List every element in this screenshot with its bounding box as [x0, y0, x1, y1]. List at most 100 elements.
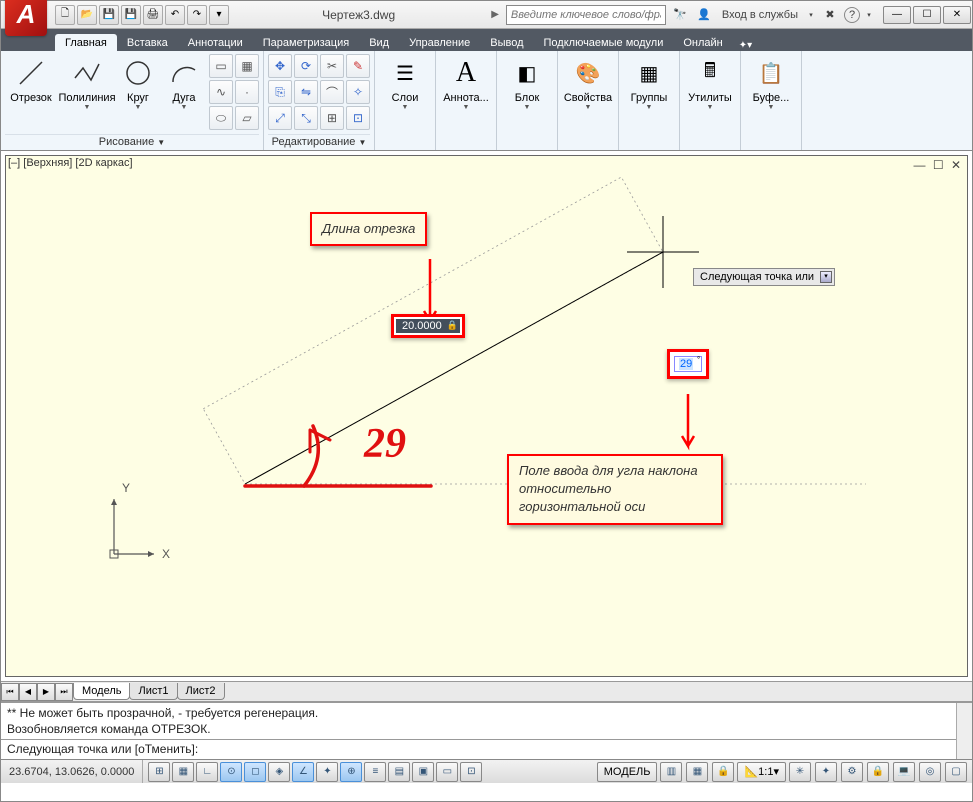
rotate-button[interactable]: ⟳ [294, 54, 318, 78]
status-otrack-button[interactable]: ∠ [292, 762, 314, 782]
signin-person-icon[interactable]: 👤 [694, 5, 714, 25]
tab-parametric[interactable]: Параметризация [253, 34, 359, 51]
status-ducs-button[interactable]: ✦ [316, 762, 338, 782]
scale-button[interactable]: ⤡ [294, 106, 318, 130]
qat-redo-icon[interactable]: ↷ [187, 5, 207, 25]
status-hardware-accel-icon[interactable]: 💻 [893, 762, 915, 782]
properties-panel-button[interactable]: 🎨Свойства▼ [562, 54, 614, 111]
tab-plugins[interactable]: Подключаемые модули [534, 34, 674, 51]
status-quickprops-button[interactable]: ▣ [412, 762, 434, 782]
signin-link[interactable]: Вход в службы [718, 9, 802, 21]
offset-button[interactable]: ⊡ [346, 106, 370, 130]
qat-open-icon[interactable]: 📂 [77, 5, 97, 25]
status-annomonitor-button[interactable]: ⊡ [460, 762, 482, 782]
status-annoautoscale-icon[interactable]: ✦ [815, 762, 837, 782]
tab-home[interactable]: Главная [55, 34, 117, 51]
tab-manage[interactable]: Управление [399, 34, 480, 51]
search-input[interactable] [506, 5, 666, 25]
sheet-nav-first[interactable]: ⏮ [1, 683, 19, 701]
tooltip-menu-icon[interactable]: ▾ [820, 271, 832, 283]
utilities-panel-button[interactable]: 🖩Утилиты▼ [684, 54, 736, 111]
mirror-button[interactable]: ⇋ [294, 80, 318, 104]
status-grid-button[interactable]: ▦ [172, 762, 194, 782]
stretch-button[interactable]: ⤢ [268, 106, 292, 130]
status-snap-button[interactable]: ⊞ [148, 762, 170, 782]
search-play-icon[interactable]: ▶ [488, 9, 502, 20]
qat-save-icon[interactable]: 💾 [99, 5, 119, 25]
qat-undo-icon[interactable]: ↶ [165, 5, 185, 25]
status-model-toggle[interactable]: МОДЕЛЬ [597, 762, 658, 782]
tab-insert[interactable]: Вставка [117, 34, 178, 51]
fillet-button[interactable]: ⌒ [320, 80, 344, 104]
qat-new-icon[interactable]: 🗋 [55, 5, 75, 25]
status-lineweight-button[interactable]: ≡ [364, 762, 386, 782]
clipboard-panel-button[interactable]: 📋Буфе...▼ [745, 54, 797, 111]
exchange-icon[interactable]: ✖ [820, 5, 840, 25]
hatch-button[interactable]: ▦ [235, 54, 259, 78]
layers-panel-button[interactable]: ☰Слои▼ [379, 54, 431, 111]
explode-button[interactable]: ✧ [346, 80, 370, 104]
qat-print-icon[interactable]: 🖨 [143, 5, 163, 25]
region-button[interactable]: ▱ [235, 106, 259, 130]
close-button[interactable]: ✕ [943, 6, 971, 24]
status-transparency-button[interactable]: ▤ [388, 762, 410, 782]
status-coordinates[interactable]: 23.6704, 13.0626, 0.0000 [1, 760, 143, 783]
drawing-viewport[interactable]: [–] [Верхняя] [2D каркас] — ☐ ✕ [5, 155, 968, 677]
status-selection-button[interactable]: ▭ [436, 762, 458, 782]
cmd-scrollbar[interactable] [956, 703, 972, 759]
tab-collapse-icon[interactable]: ✦▾ [733, 40, 758, 51]
spline-button[interactable]: ∿ [209, 80, 233, 104]
status-annoscale-icon[interactable]: 🔒 [712, 762, 734, 782]
dynamic-angle-input[interactable]: 29 ° [667, 349, 709, 379]
status-workspace-icon[interactable]: ⚙ [841, 762, 863, 782]
maximize-button[interactable]: ☐ [913, 6, 941, 24]
status-dyninput-button[interactable]: ⊕ [340, 762, 362, 782]
sheet-nav-next[interactable]: ▶ [37, 683, 55, 701]
minimize-button[interactable]: — [883, 6, 911, 24]
arc-button[interactable]: Дуга ▼ [163, 54, 205, 111]
trim-button[interactable]: ✂ [320, 54, 344, 78]
sheet-tab-model[interactable]: Модель [73, 683, 130, 700]
qat-dropdown-icon[interactable]: ▾ [209, 5, 229, 25]
rectangle-button[interactable]: ▭ [209, 54, 233, 78]
sheet-nav-last[interactable]: ⏭ [55, 683, 73, 701]
ellipse-button[interactable]: ⬭ [209, 106, 233, 130]
status-3dosnap-button[interactable]: ◈ [268, 762, 290, 782]
tab-annotate[interactable]: Аннотации [178, 34, 253, 51]
erase-button[interactable]: ✎ [346, 54, 370, 78]
status-isolate-icon[interactable]: ◎ [919, 762, 941, 782]
status-annovisibility-icon[interactable]: ✳ [789, 762, 811, 782]
line-button[interactable]: Отрезок [5, 54, 57, 104]
status-polar-button[interactable]: ⊙ [220, 762, 242, 782]
point-button[interactable]: · [235, 80, 259, 104]
move-button[interactable]: ✥ [268, 54, 292, 78]
help-dropdown-icon[interactable]: ▾ [864, 5, 874, 25]
signin-dropdown-icon[interactable]: ▾ [806, 5, 816, 25]
array-button[interactable]: ⊞ [320, 106, 344, 130]
app-menu-button[interactable]: A [1, 0, 49, 38]
sheet-tab-sheet1[interactable]: Лист1 [129, 683, 177, 700]
edit-panel-label[interactable]: Редактирование ▼ [268, 134, 370, 150]
command-line[interactable]: ** Не может быть прозрачной, - требуется… [1, 701, 972, 759]
cmd-prompt[interactable]: Следующая точка или [оТменить]: [1, 740, 972, 758]
tab-output[interactable]: Вывод [480, 34, 533, 51]
status-toolbar-lock-icon[interactable]: 🔒 [867, 762, 889, 782]
tab-view[interactable]: Вид [359, 34, 399, 51]
annotation-panel-button[interactable]: AАннота...▼ [440, 54, 492, 111]
groups-panel-button[interactable]: ▦Группы▼ [623, 54, 675, 111]
tab-online[interactable]: Онлайн [673, 34, 732, 51]
sheet-nav-prev[interactable]: ◀ [19, 683, 37, 701]
help-icon[interactable]: ? [844, 7, 860, 23]
sheet-tab-sheet2[interactable]: Лист2 [177, 683, 225, 700]
status-quickview-drawings-icon[interactable]: ▦ [686, 762, 708, 782]
copy-button[interactable]: ⎘ [268, 80, 292, 104]
dynamic-length-input[interactable]: 20.0000 🔒 [391, 314, 465, 338]
status-annotation-scale[interactable]: 📐 1:1 ▾ [737, 762, 786, 782]
status-quickview-layouts-icon[interactable]: ▥ [660, 762, 682, 782]
circle-button[interactable]: Круг ▼ [117, 54, 159, 111]
search-binoculars-icon[interactable]: 🔭 [670, 5, 690, 25]
block-panel-button[interactable]: ◧Блок▼ [501, 54, 553, 111]
status-cleanscreen-icon[interactable]: ▢ [945, 762, 967, 782]
polyline-button[interactable]: Полилиния ▼ [61, 54, 113, 111]
status-ortho-button[interactable]: ∟ [196, 762, 218, 782]
